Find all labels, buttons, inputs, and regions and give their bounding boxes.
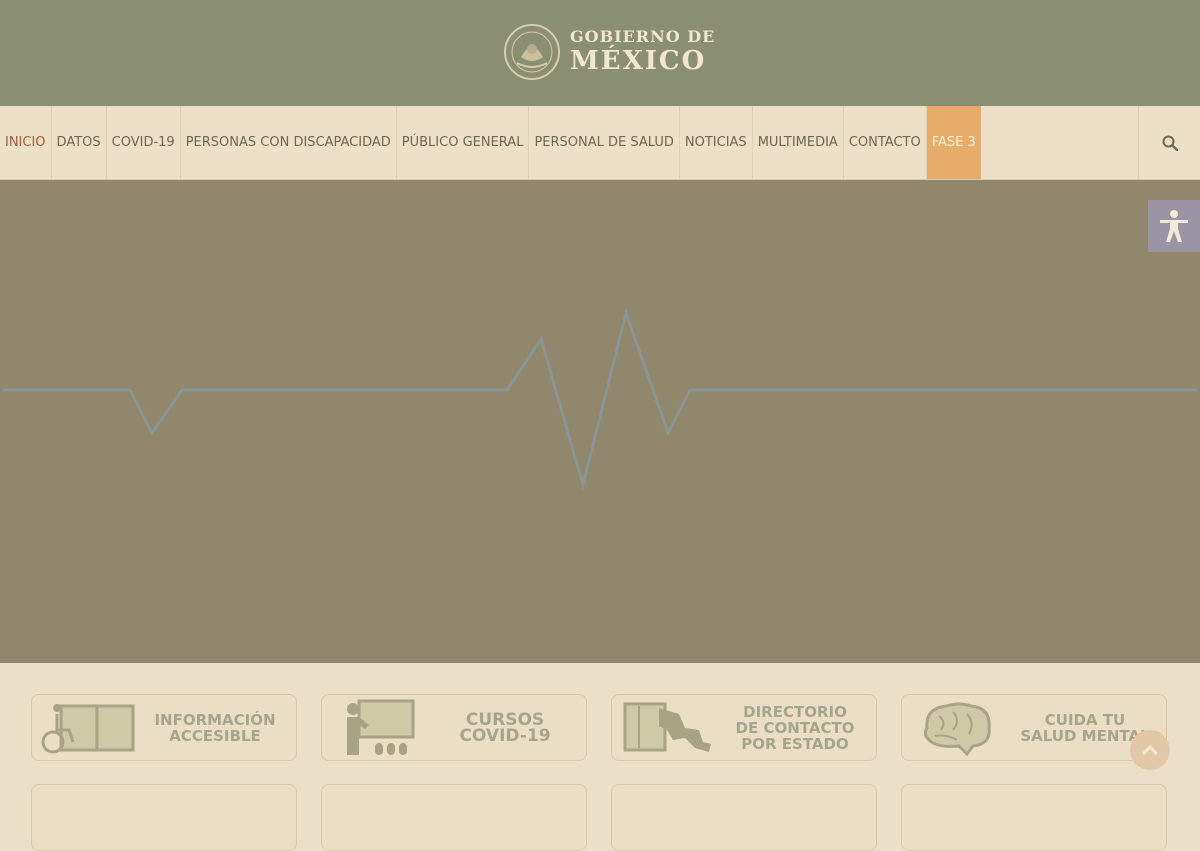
nav-item-publico-general[interactable]: PÚBLICO GENERAL xyxy=(397,106,530,179)
card-label-line: CURSOS COVID-19 xyxy=(459,709,551,746)
card-row2-4[interactable] xyxy=(901,784,1167,851)
quick-links-section: INFORMACIÓN ACCESIBLE CURSOS COVID-19 DI… xyxy=(0,663,1200,851)
search-icon xyxy=(1162,135,1178,151)
main-nav: INICIO DATOS COVID-19 PERSONAS CON DISCA… xyxy=(0,106,1200,180)
scroll-to-top-button[interactable] xyxy=(1130,730,1170,770)
accessibility-person-icon xyxy=(1160,210,1188,242)
logo-line-2: MÉXICO xyxy=(570,46,707,76)
nav-item-multimedia[interactable]: MULTIMEDIA xyxy=(753,106,844,179)
card-row2-3[interactable] xyxy=(611,784,877,851)
card-directorio-de-contacto[interactable]: DIRECTORIO DE CONTACTO POR ESTADO xyxy=(611,694,877,761)
card-row2-1[interactable] xyxy=(31,784,297,851)
logo-line-1: GOBIERNO DE xyxy=(570,27,716,46)
card-label-line: DIRECTORIO xyxy=(743,702,847,721)
nav-item-fase-3[interactable]: FASE 3 xyxy=(926,106,981,179)
nav-item-contacto[interactable]: CONTACTO xyxy=(844,106,927,179)
card-informacion-accesible[interactable]: INFORMACIÓN ACCESIBLE xyxy=(31,694,297,761)
nav-item-inicio[interactable]: INICIO xyxy=(0,106,52,179)
nav-item-personal-de-salud[interactable]: PERSONAL DE SALUD xyxy=(529,106,680,179)
hero-banner xyxy=(0,180,1200,663)
wheelchair-book-icon xyxy=(41,703,135,753)
directory-map-icon xyxy=(623,702,711,752)
card-row2-2[interactable] xyxy=(321,784,587,851)
heartbeat-line-graphic xyxy=(3,307,1197,491)
nav-item-covid-19[interactable]: COVID-19 xyxy=(107,106,181,179)
brain-icon xyxy=(923,702,991,756)
gobierno-de-mexico-logo[interactable]: GOBIERNO DE MÉXICO xyxy=(503,23,715,81)
card-label-line: CUIDA TU xyxy=(1044,710,1126,729)
search-button[interactable] xyxy=(1138,106,1200,179)
coat-of-arms-seal-icon xyxy=(504,24,560,80)
card-label-line: DE CONTACTO xyxy=(735,718,855,737)
nav-item-noticias[interactable]: NOTICIAS xyxy=(680,106,753,179)
card-cursos-covid-19[interactable]: CURSOS COVID-19 xyxy=(321,694,587,761)
nav-item-datos[interactable]: DATOS xyxy=(52,106,107,179)
accessibility-button[interactable] xyxy=(1148,200,1200,252)
card-label-line: ACCESIBLE xyxy=(169,726,261,745)
card-label-line: POR ESTADO xyxy=(741,734,849,753)
card-label-line: INFORMACIÓN xyxy=(154,710,276,729)
card-cuida-tu-salud-mental[interactable]: CUIDA TU SALUD MENTAL xyxy=(901,694,1167,761)
nav-item-personas-con-discapacidad[interactable]: PERSONAS CON DISCAPACIDAD xyxy=(181,106,397,179)
site-header: GOBIERNO DE MÉXICO xyxy=(0,0,1200,106)
chevron-up-icon xyxy=(1141,744,1159,756)
teacher-board-icon xyxy=(347,699,415,755)
